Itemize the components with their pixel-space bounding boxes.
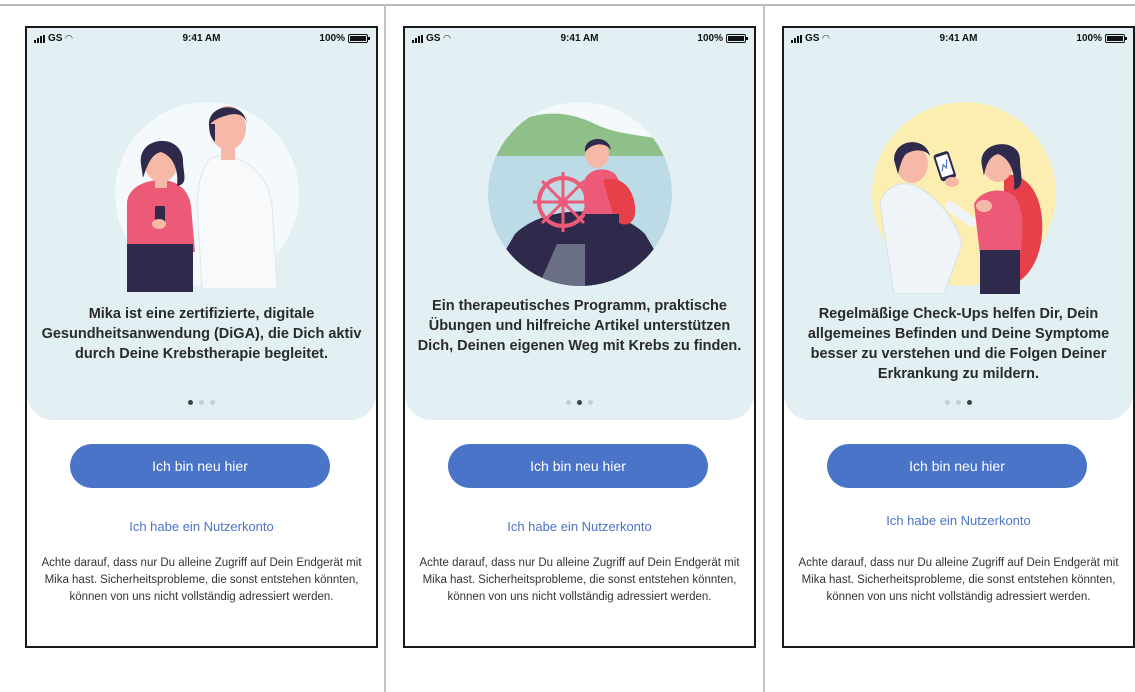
login-link[interactable]: Ich habe ein Nutzerkonto <box>27 519 376 534</box>
doctor-and-patient-phone-illustration <box>872 102 1056 294</box>
new-user-button[interactable]: Ich bin neu hier <box>448 444 708 488</box>
page-dot[interactable] <box>188 400 193 405</box>
status-bar: GS ◠ 9:41 AM 100% <box>784 28 1133 48</box>
column-divider <box>763 4 765 692</box>
security-note: Achte darauf, dass nur Du alleine Zugrif… <box>419 557 740 603</box>
page-indicator <box>405 400 754 405</box>
page-dot[interactable] <box>967 400 972 405</box>
page-indicator <box>784 400 1133 405</box>
top-divider <box>0 4 1135 6</box>
page-dot[interactable] <box>210 400 215 405</box>
security-note: Achte darauf, dass nur Du alleine Zugrif… <box>798 557 1119 603</box>
status-bar: GS ◠ 9:41 AM 100% <box>27 28 376 48</box>
page-dot[interactable] <box>588 400 593 405</box>
security-note: Achte darauf, dass nur Du alleine Zugrif… <box>41 557 362 603</box>
onboarding-screen-2: GS ◠ 9:41 AM 100% Ein therapeutisches Pr… <box>403 26 756 648</box>
battery-percent: 100% <box>319 33 345 44</box>
battery-percent: 100% <box>1076 33 1102 44</box>
new-user-button[interactable]: Ich bin neu hier <box>827 444 1087 488</box>
intro-panel: GS ◠ 9:41 AM 100% <box>405 28 754 420</box>
battery-icon <box>1105 34 1127 43</box>
intro-caption: Regelmäßige Check-Ups helfen Dir, Dein a… <box>807 306 1110 382</box>
person-steering-ship-illustration <box>488 102 672 286</box>
page-dot[interactable] <box>945 400 950 405</box>
onboarding-screen-3: GS ◠ 9:41 AM 100% Regelmäßige Check-Ups … <box>782 26 1135 648</box>
new-user-button[interactable]: Ich bin neu hier <box>70 444 330 488</box>
battery-percent: 100% <box>697 33 723 44</box>
battery-icon <box>348 34 370 43</box>
page-dot[interactable] <box>199 400 204 405</box>
intro-panel: GS ◠ 9:41 AM 100% Mika ist eine zertifiz… <box>27 28 376 420</box>
page-indicator <box>27 400 376 405</box>
page-dot[interactable] <box>566 400 571 405</box>
intro-panel: GS ◠ 9:41 AM 100% <box>784 28 1133 420</box>
intro-caption: Ein therapeutisches Programm, praktische… <box>417 298 742 354</box>
login-link[interactable]: Ich habe ein Nutzerkonto <box>784 513 1133 528</box>
column-divider <box>384 4 386 692</box>
patient-and-doctor-illustration <box>115 102 299 292</box>
status-bar: GS ◠ 9:41 AM 100% <box>405 28 754 48</box>
onboarding-screen-1: GS ◠ 9:41 AM 100% Mika ist eine zertifiz… <box>25 26 378 648</box>
page-dot[interactable] <box>956 400 961 405</box>
intro-caption: Mika ist eine zertifizierte, digitale Ge… <box>41 306 362 362</box>
battery-icon <box>726 34 748 43</box>
page-dot[interactable] <box>577 400 582 405</box>
login-link[interactable]: Ich habe ein Nutzerkonto <box>405 519 754 534</box>
